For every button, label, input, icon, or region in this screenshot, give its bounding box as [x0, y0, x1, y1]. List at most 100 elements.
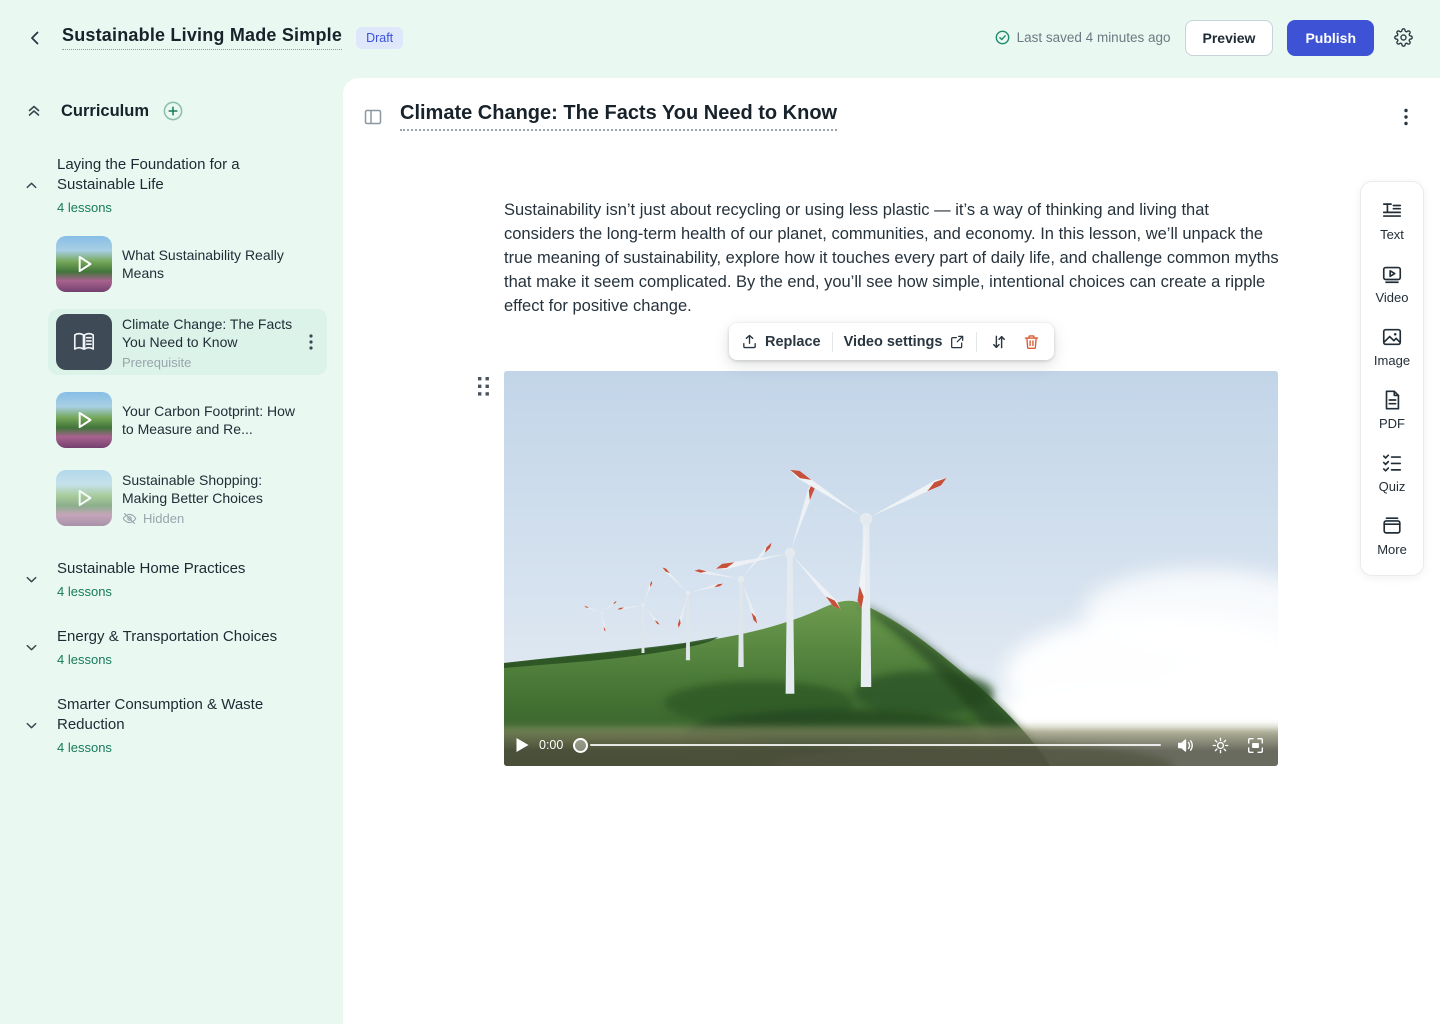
play-button[interactable] [514, 736, 531, 754]
section-title: Energy & Transportation Choices [57, 627, 277, 647]
volume-button[interactable] [1175, 736, 1196, 755]
more-blocks-icon [1381, 515, 1403, 537]
section-title: Laying the Foundation for a Sustainable … [57, 155, 295, 195]
chevron-down-icon [24, 627, 40, 667]
video-settings-button[interactable]: Video settings [844, 334, 966, 350]
section-header[interactable]: Energy & Transportation Choices 4 lesson… [24, 627, 329, 667]
current-time: 0:00 [539, 738, 563, 752]
eye-off-icon [122, 511, 137, 526]
video-quality-button[interactable] [1210, 735, 1231, 756]
chevron-down-icon [24, 695, 40, 755]
toolbar-divider [976, 332, 977, 352]
lesson-list: What Sustainability Really Means Climate… [48, 231, 329, 531]
curriculum-section: Laying the Foundation for a Sustainable … [24, 155, 329, 531]
scrubber-track[interactable] [590, 744, 1161, 747]
lesson-row-sustainable-shopping[interactable]: Sustainable Shopping: Making Better Choi… [48, 465, 327, 531]
settings-button[interactable] [1392, 26, 1415, 49]
tool-label: Image [1374, 353, 1410, 368]
preview-button[interactable]: Preview [1185, 20, 1274, 56]
fullscreen-icon [1247, 737, 1264, 754]
lesson-title: Sustainable Shopping: Making Better Choi… [122, 471, 301, 508]
course-title[interactable]: Sustainable Living Made Simple [62, 25, 342, 50]
check-circle-icon [995, 30, 1010, 45]
double-chevron-up-icon [26, 103, 42, 119]
settings-sun-icon [1212, 737, 1229, 754]
kebab-menu-icon [1404, 108, 1408, 126]
section-lesson-count: 4 lessons [57, 200, 295, 215]
publish-button[interactable]: Publish [1287, 20, 1374, 56]
video-settings-label: Video settings [844, 334, 943, 350]
section-lesson-count: 4 lessons [57, 652, 277, 667]
drag-dots-icon [477, 376, 490, 397]
lesson-menu-button[interactable] [307, 332, 315, 352]
gear-icon [1394, 28, 1413, 47]
lesson-video-thumbnail [56, 470, 112, 526]
section-header[interactable]: Sustainable Home Practices 4 lessons [24, 559, 329, 599]
add-text-block-button[interactable]: Text [1380, 200, 1404, 242]
lesson-video-thumbnail [56, 236, 112, 292]
section-lesson-count: 4 lessons [57, 584, 245, 599]
video-player[interactable]: 0:00 [504, 371, 1278, 766]
lesson-editor-panel: Climate Change: The Facts You Need to Kn… [343, 78, 1440, 1024]
tool-label: Quiz [1379, 479, 1406, 494]
play-icon [56, 470, 112, 526]
add-image-block-button[interactable]: Image [1374, 326, 1410, 368]
tool-label: Video [1375, 290, 1408, 305]
block-palette: Text Video Image PDF Quiz [1360, 181, 1424, 576]
add-pdf-block-button[interactable]: PDF [1379, 389, 1405, 431]
toolbar-divider [832, 332, 833, 352]
more-blocks-button[interactable]: More [1377, 515, 1407, 557]
status-badge: Draft [356, 27, 403, 49]
kebab-menu-icon [309, 334, 313, 350]
section-title: Sustainable Home Practices [57, 559, 245, 579]
chevron-left-icon [27, 30, 43, 46]
lesson-row-carbon-footprint[interactable]: Your Carbon Footprint: How to Measure an… [48, 387, 327, 453]
plus-circle-icon [163, 101, 183, 121]
lesson-options-button[interactable] [1402, 106, 1410, 128]
play-icon [56, 392, 112, 448]
add-video-block-button[interactable]: Video [1375, 263, 1408, 305]
lesson-row-what-sustainability[interactable]: What Sustainability Really Means [48, 231, 327, 297]
toggle-sidebar-button[interactable] [361, 105, 385, 129]
lesson-prerequisite-label: Prerequisite [122, 355, 301, 370]
move-block-button[interactable] [988, 331, 1010, 353]
section-lesson-count: 4 lessons [57, 740, 295, 755]
play-icon [56, 236, 112, 292]
curriculum-title: Curriculum [61, 102, 149, 121]
lesson-page-title[interactable]: Climate Change: The Facts You Need to Kn… [400, 102, 837, 131]
lesson-title: Your Carbon Footprint: How to Measure an… [122, 402, 301, 439]
tool-label: Text [1380, 227, 1404, 242]
curriculum-header: Curriculum [24, 99, 329, 123]
video-block-toolbar: Replace Video settings [729, 323, 1054, 360]
image-block-icon [1381, 326, 1403, 348]
delete-block-button[interactable] [1021, 331, 1042, 353]
pdf-block-icon [1381, 389, 1403, 411]
panel-left-icon [363, 107, 383, 127]
chevron-down-icon [24, 559, 40, 599]
block-drag-handle[interactable] [475, 374, 492, 399]
lesson-text-block[interactable]: Sustainability isn’t just about recyclin… [504, 198, 1282, 318]
scrubber-knob[interactable] [573, 738, 588, 753]
lesson-hidden-label: Hidden [143, 511, 184, 526]
section-title: Smarter Consumption & Waste Reduction [57, 695, 295, 735]
chevron-up-icon [24, 155, 40, 215]
collapse-all-button[interactable] [24, 101, 44, 121]
section-header[interactable]: Smarter Consumption & Waste Reduction 4 … [24, 695, 329, 755]
fullscreen-button[interactable] [1245, 735, 1266, 756]
video-controls-bar: 0:00 [504, 728, 1278, 766]
topbar: Sustainable Living Made Simple Draft Las… [0, 0, 1440, 75]
video-block-icon [1381, 263, 1403, 285]
add-quiz-block-button[interactable]: Quiz [1379, 452, 1406, 494]
trash-icon [1023, 333, 1040, 351]
lesson-row-climate-change[interactable]: Climate Change: The Facts You Need to Kn… [48, 309, 327, 375]
section-header[interactable]: Laying the Foundation for a Sustainable … [24, 155, 329, 215]
add-section-button[interactable] [161, 99, 185, 123]
text-block-icon [1381, 200, 1403, 222]
back-button[interactable] [25, 28, 45, 48]
arrows-up-down-icon [990, 333, 1008, 351]
quiz-block-icon [1381, 452, 1403, 474]
replace-video-button[interactable]: Replace [741, 333, 821, 350]
lesson-reading-thumbnail [56, 314, 112, 370]
external-link-icon [949, 334, 965, 350]
tool-label: PDF [1379, 416, 1405, 431]
